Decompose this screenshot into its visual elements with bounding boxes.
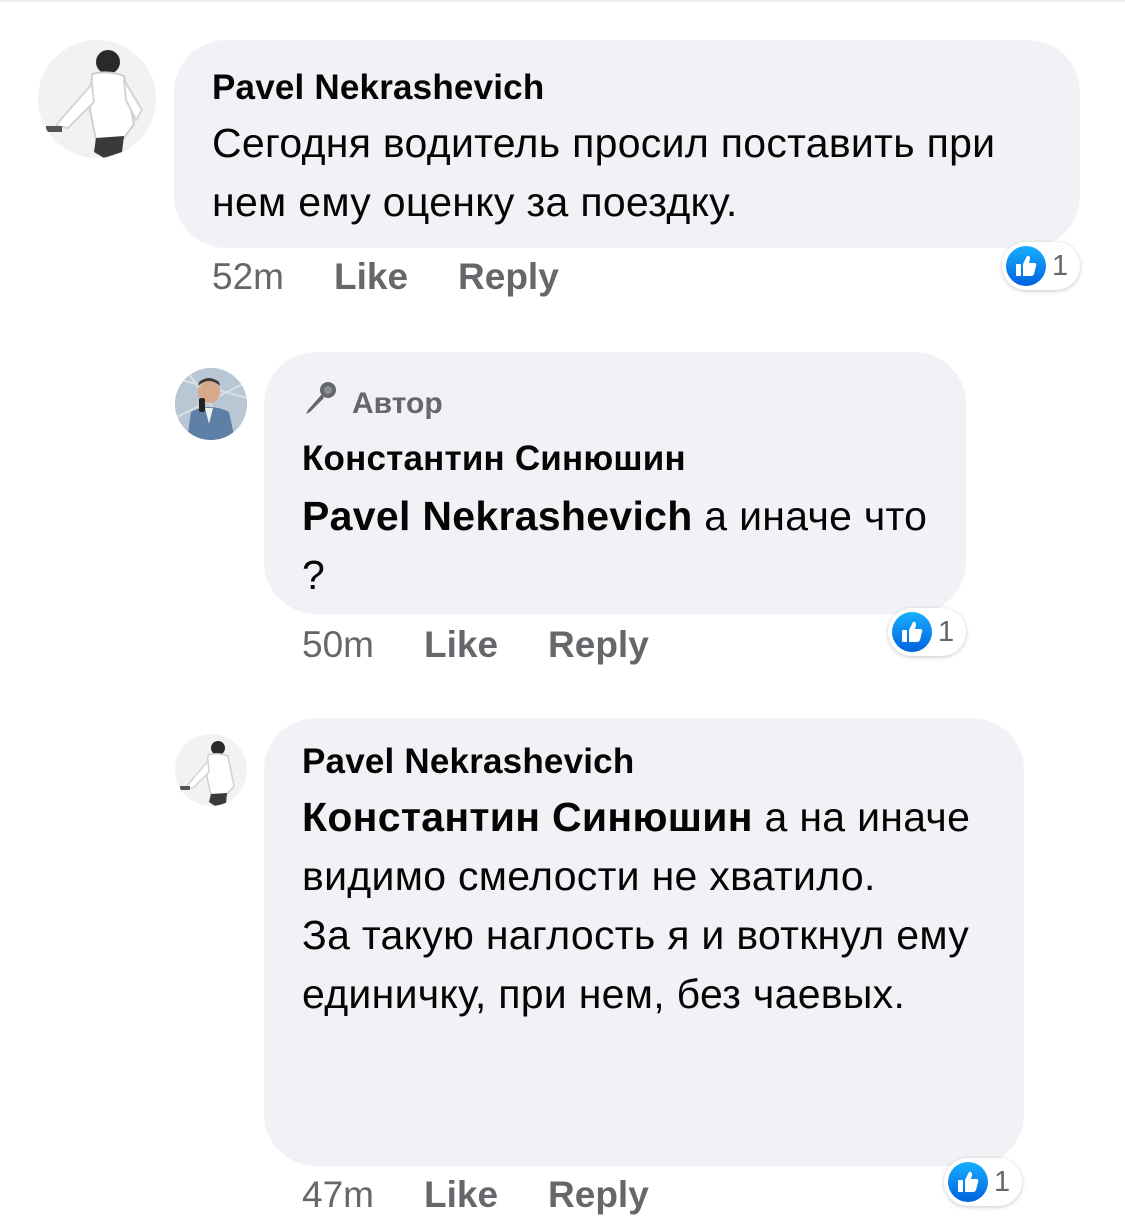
- comment-3: Pavel Nekrashevich Константин Синюшин а …: [0, 700, 1125, 1230]
- reply-button[interactable]: Reply: [548, 1174, 649, 1216]
- person-avatar-icon: [175, 368, 247, 440]
- reaction-count: 1: [994, 1165, 1011, 1198]
- person-avatar-icon: [38, 40, 156, 158]
- comment-body: Сегодня водитель просил поставить при не…: [212, 120, 996, 225]
- author-name[interactable]: Константин Синюшин: [302, 437, 930, 481]
- like-button[interactable]: Like: [424, 624, 498, 666]
- avatar[interactable]: [175, 368, 247, 440]
- comment-text: Константин Синюшин а на иначе видимо сме…: [302, 788, 988, 1024]
- comment-bubble: Pavel Nekrashevich Сегодня водитель прос…: [174, 40, 1080, 248]
- thumbs-up-icon: [892, 612, 932, 652]
- comment-bubble: Pavel Nekrashevich Константин Синюшин а …: [264, 718, 1024, 1166]
- comment-actions: 52m Like Reply: [212, 256, 559, 298]
- reaction-summary[interactable]: 1: [888, 608, 966, 656]
- timestamp[interactable]: 47m: [302, 1174, 374, 1216]
- reaction-summary[interactable]: 1: [1002, 242, 1080, 290]
- thumbs-up-icon: [948, 1162, 988, 1202]
- reply-button[interactable]: Reply: [458, 256, 559, 298]
- mention-link[interactable]: Константин Синюшин: [302, 794, 753, 840]
- comment-body-line-2: За такую наглость я и воткнул ему единич…: [302, 912, 970, 1017]
- timestamp[interactable]: 52m: [212, 256, 284, 298]
- mention-link[interactable]: Pavel Nekrashevich: [302, 493, 693, 539]
- timestamp[interactable]: 50m: [302, 624, 374, 666]
- avatar[interactable]: [175, 734, 247, 806]
- comment-actions: 47m Like Reply: [302, 1174, 649, 1216]
- comment-2: Автор Константин Синюшин Pavel Nekrashev…: [0, 340, 1125, 680]
- reaction-count: 1: [1052, 249, 1069, 282]
- avatar[interactable]: [38, 40, 156, 158]
- person-avatar-icon: [175, 734, 247, 806]
- reaction-summary[interactable]: 1: [944, 1158, 1022, 1206]
- reaction-count: 1: [938, 615, 955, 648]
- like-button[interactable]: Like: [334, 256, 408, 298]
- comment-bubble: Автор Константин Синюшин Pavel Nekrashev…: [264, 352, 966, 614]
- microphone-icon: [302, 380, 338, 427]
- comment-actions: 50m Like Reply: [302, 624, 649, 666]
- comment-text: Сегодня водитель просил поставить при не…: [212, 114, 1044, 232]
- comment-1: Pavel Nekrashevich Сегодня водитель прос…: [0, 0, 1125, 320]
- reply-button[interactable]: Reply: [548, 624, 649, 666]
- like-button[interactable]: Like: [424, 1174, 498, 1216]
- comment-text: Pavel Nekrashevich а иначе что ?: [302, 487, 930, 605]
- thumbs-up-icon: [1006, 246, 1046, 286]
- author-name[interactable]: Pavel Nekrashevich: [212, 66, 1044, 110]
- author-badge: Автор: [302, 380, 930, 427]
- author-name[interactable]: Pavel Nekrashevich: [302, 740, 988, 784]
- author-badge-label: Автор: [352, 386, 443, 420]
